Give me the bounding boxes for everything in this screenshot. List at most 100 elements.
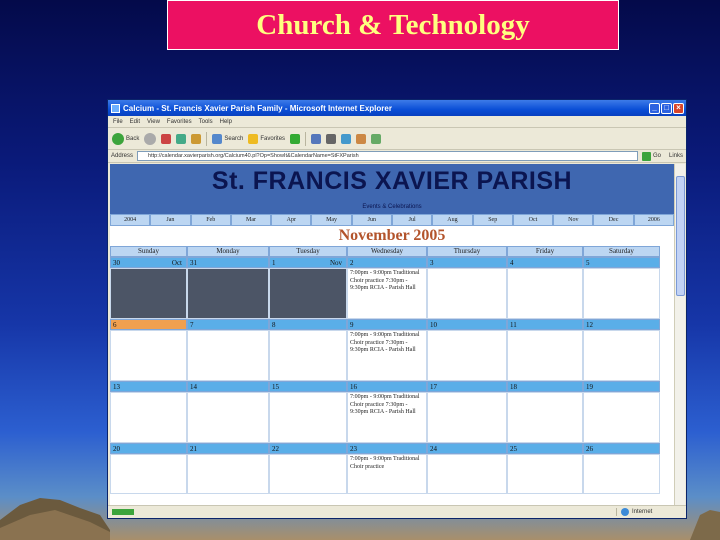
day-number[interactable]: 17 (427, 381, 507, 392)
menu-help[interactable]: Help (220, 119, 232, 125)
day-cell[interactable] (110, 392, 187, 443)
day-number[interactable]: 18 (507, 381, 583, 392)
month-link[interactable]: 2004 (110, 214, 151, 226)
month-link[interactable]: May (311, 214, 352, 226)
month-link[interactable]: Aug (432, 214, 473, 226)
menu-file[interactable]: File (113, 119, 123, 125)
menu-edit[interactable]: Edit (130, 119, 140, 125)
day-number-text: 31 (190, 259, 197, 267)
day-cell[interactable]: 7:00pm - 9:00pm Traditional Choir practi… (347, 454, 427, 494)
day-cell[interactable] (583, 268, 660, 319)
search-button[interactable]: Search (212, 133, 243, 144)
day-number[interactable]: 2 (347, 257, 427, 268)
month-link[interactable]: Sep (472, 214, 513, 226)
day-number[interactable]: 11 (507, 319, 583, 330)
day-number[interactable]: 16 (347, 381, 427, 392)
favorites-button[interactable]: Favorites (248, 133, 285, 144)
discuss-icon[interactable] (356, 133, 367, 144)
address-input[interactable]: http://calendar.xavierparish.org/Calcium… (137, 151, 638, 161)
day-cell[interactable] (110, 330, 187, 381)
month-link[interactable]: Mar (230, 214, 272, 226)
scrollbar-thumb[interactable] (676, 176, 685, 296)
day-cell[interactable] (583, 454, 660, 494)
day-cell[interactable] (427, 454, 507, 494)
day-number[interactable]: 13 (110, 381, 187, 392)
day-number[interactable]: 26 (583, 443, 660, 454)
day-cell[interactable] (187, 330, 269, 381)
day-cell[interactable]: 7:00pm - 9:00pm Traditional Choir practi… (347, 268, 427, 319)
day-number[interactable]: 4 (507, 257, 583, 268)
close-button[interactable]: × (673, 102, 684, 114)
vertical-scrollbar[interactable] (674, 164, 685, 506)
day-number[interactable]: 14 (187, 381, 269, 392)
day-number[interactable]: 8 (269, 319, 347, 330)
day-number[interactable]: 25 (507, 443, 583, 454)
day-cell[interactable] (187, 268, 269, 319)
print-icon[interactable] (326, 133, 337, 144)
day-number[interactable]: 24 (427, 443, 507, 454)
month-link[interactable]: Jul (391, 214, 433, 226)
menu-tools[interactable]: Tools (199, 119, 213, 125)
back-button[interactable]: Back (112, 132, 139, 145)
day-number[interactable]: 15 (269, 381, 347, 392)
address-bar: Address http://calendar.xavierparish.org… (108, 150, 686, 163)
forward-button[interactable] (144, 132, 157, 145)
mail-icon[interactable] (311, 133, 322, 144)
month-link[interactable]: Jan (150, 214, 191, 226)
day-cell[interactable] (507, 392, 583, 443)
day-cell[interactable] (427, 330, 507, 381)
day-number[interactable]: 21 (187, 443, 269, 454)
day-cell[interactable] (110, 454, 187, 494)
day-cell[interactable] (583, 330, 660, 381)
messenger-icon[interactable] (371, 133, 382, 144)
maximize-button[interactable]: □ (661, 102, 672, 114)
day-cell[interactable] (507, 454, 583, 494)
day-number[interactable]: 23 (347, 443, 427, 454)
day-cell[interactable]: 7:00pm - 9:00pm Traditional Choir practi… (347, 392, 427, 443)
day-number[interactable]: 20 (110, 443, 187, 454)
stop-icon[interactable] (161, 133, 172, 144)
minimize-button[interactable]: _ (649, 102, 660, 114)
day-cell[interactable]: 7:00pm - 9:00pm Traditional Choir practi… (347, 330, 427, 381)
day-number[interactable]: 31 (187, 257, 269, 268)
day-cell[interactable] (269, 454, 347, 494)
day-cell[interactable] (269, 330, 347, 381)
go-button[interactable]: Go (641, 151, 661, 161)
month-link[interactable]: Apr (271, 214, 312, 226)
day-number[interactable]: 10 (427, 319, 507, 330)
day-cell[interactable] (269, 392, 347, 443)
day-number[interactable]: 3 (427, 257, 507, 268)
day-number[interactable]: 5 (583, 257, 660, 268)
day-number[interactable]: 22 (269, 443, 347, 454)
menu-view[interactable]: View (147, 119, 160, 125)
day-cell[interactable] (427, 392, 507, 443)
month-link[interactable]: Dec (593, 214, 634, 226)
month-link[interactable]: 2006 (633, 214, 674, 226)
day-number[interactable]: 7 (187, 319, 269, 330)
day-number[interactable]: 6 (110, 319, 187, 330)
menu-favorites[interactable]: Favorites (167, 119, 192, 125)
day-cell[interactable] (507, 268, 583, 319)
month-link[interactable]: Oct (512, 214, 554, 226)
month-link[interactable]: Jun (351, 214, 392, 226)
day-number[interactable]: 19 (583, 381, 660, 392)
day-cell[interactable] (507, 330, 583, 381)
day-cell[interactable] (583, 392, 660, 443)
home-icon[interactable] (191, 133, 202, 144)
edit-icon[interactable] (341, 133, 352, 144)
history-icon[interactable] (290, 133, 301, 144)
day-number[interactable]: 12 (583, 319, 660, 330)
month-link[interactable]: Feb (190, 214, 231, 226)
day-cell[interactable] (427, 268, 507, 319)
month-link[interactable]: Nov (553, 214, 594, 226)
window-titlebar[interactable]: Calcium - St. Francis Xavier Parish Fami… (108, 100, 686, 116)
day-cell[interactable] (110, 268, 187, 319)
day-number[interactable]: 30 Oct (110, 257, 187, 268)
links-label[interactable]: Links (669, 153, 683, 159)
day-cell[interactable] (269, 268, 347, 319)
day-number[interactable]: 1 Nov (269, 257, 347, 268)
day-number[interactable]: 9 (347, 319, 427, 330)
refresh-icon[interactable] (176, 133, 187, 144)
day-cell[interactable] (187, 392, 269, 443)
day-cell[interactable] (187, 454, 269, 494)
